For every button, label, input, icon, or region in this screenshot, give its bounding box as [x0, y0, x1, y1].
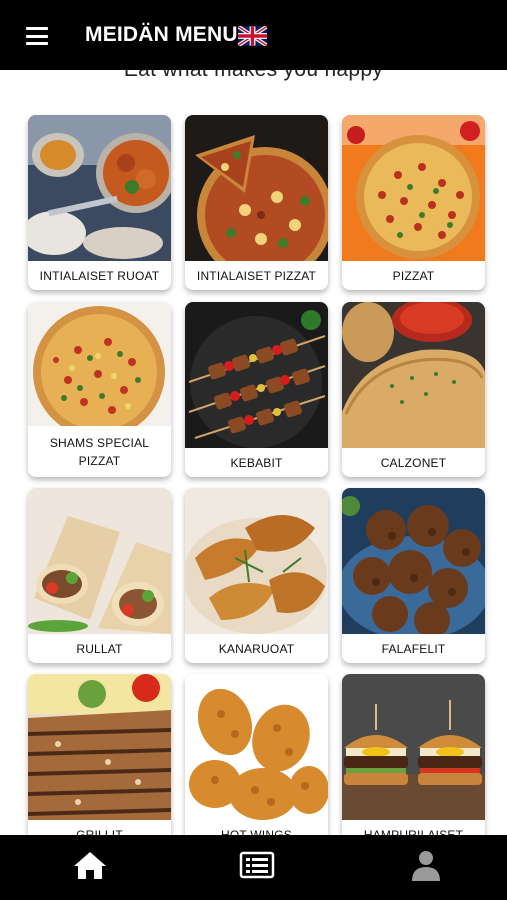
- fried-chicken-image: [185, 674, 328, 820]
- category-label: PIZZAT: [392, 268, 435, 283]
- category-card-grillit[interactable]: GRILLIT: [28, 674, 171, 849]
- category-label: SHAMS SPECIAL PIZZAT: [49, 435, 150, 468]
- category-card-kebabit[interactable]: KEBABIT: [185, 302, 328, 477]
- falafel-image: [342, 488, 485, 634]
- category-card-falafelit[interactable]: FALAFELIT: [342, 488, 485, 663]
- category-label: CALZONET: [380, 455, 447, 470]
- hamburger-menu-icon[interactable]: [26, 27, 48, 45]
- category-label: INTIALAISET PIZZAT: [196, 268, 317, 283]
- menu-list-icon[interactable]: [239, 849, 275, 881]
- category-card-kanaruoat[interactable]: KANARUOAT: [185, 488, 328, 663]
- user-profile-icon[interactable]: [408, 849, 444, 881]
- category-card-hampurilaiset[interactable]: HAMPURILAISET: [342, 674, 485, 849]
- home-icon[interactable]: [72, 849, 108, 881]
- chicken-dish-image: [185, 488, 328, 634]
- page-title: MEIDÄN MENU: [85, 23, 238, 46]
- category-label: INTIALAISET RUOAT: [39, 268, 160, 283]
- pizza-image: [342, 115, 485, 261]
- category-card-pizzat[interactable]: PIZZAT: [342, 115, 485, 290]
- uk-flag-icon[interactable]: [238, 26, 267, 46]
- category-card-rullat[interactable]: RULLAT: [28, 488, 171, 663]
- indian-curry-image: [28, 115, 171, 261]
- category-label: KANARUOAT: [218, 641, 295, 656]
- grill-steak-image: [28, 674, 171, 820]
- category-label: RULLAT: [76, 641, 123, 656]
- indian-pizza-image: [185, 115, 328, 261]
- category-card-calzonet[interactable]: CALZONET: [342, 302, 485, 477]
- wrap-roll-image: [28, 488, 171, 634]
- category-card-shams-special-pizzat[interactable]: SHAMS SPECIAL PIZZAT: [28, 302, 171, 477]
- burger-image: [342, 674, 485, 820]
- bottom-nav-bar: [0, 835, 507, 900]
- calzone-image: [342, 302, 485, 448]
- category-card-intialaiset-pizzat[interactable]: INTIALAISET PIZZAT: [185, 115, 328, 290]
- app-screen: Eat what makes you happy MEIDÄN MENU: [0, 0, 507, 900]
- category-label: KEBABIT: [230, 455, 283, 470]
- category-card-intialaiset-ruoat[interactable]: INTIALAISET RUOAT: [28, 115, 171, 290]
- category-card-hot-wings[interactable]: HOT WINGS: [185, 674, 328, 849]
- category-label: FALAFELIT: [381, 641, 446, 656]
- special-pizza-image: [28, 302, 171, 426]
- kebab-skewers-image: [185, 302, 328, 448]
- top-app-bar: MEIDÄN MENU: [0, 0, 507, 70]
